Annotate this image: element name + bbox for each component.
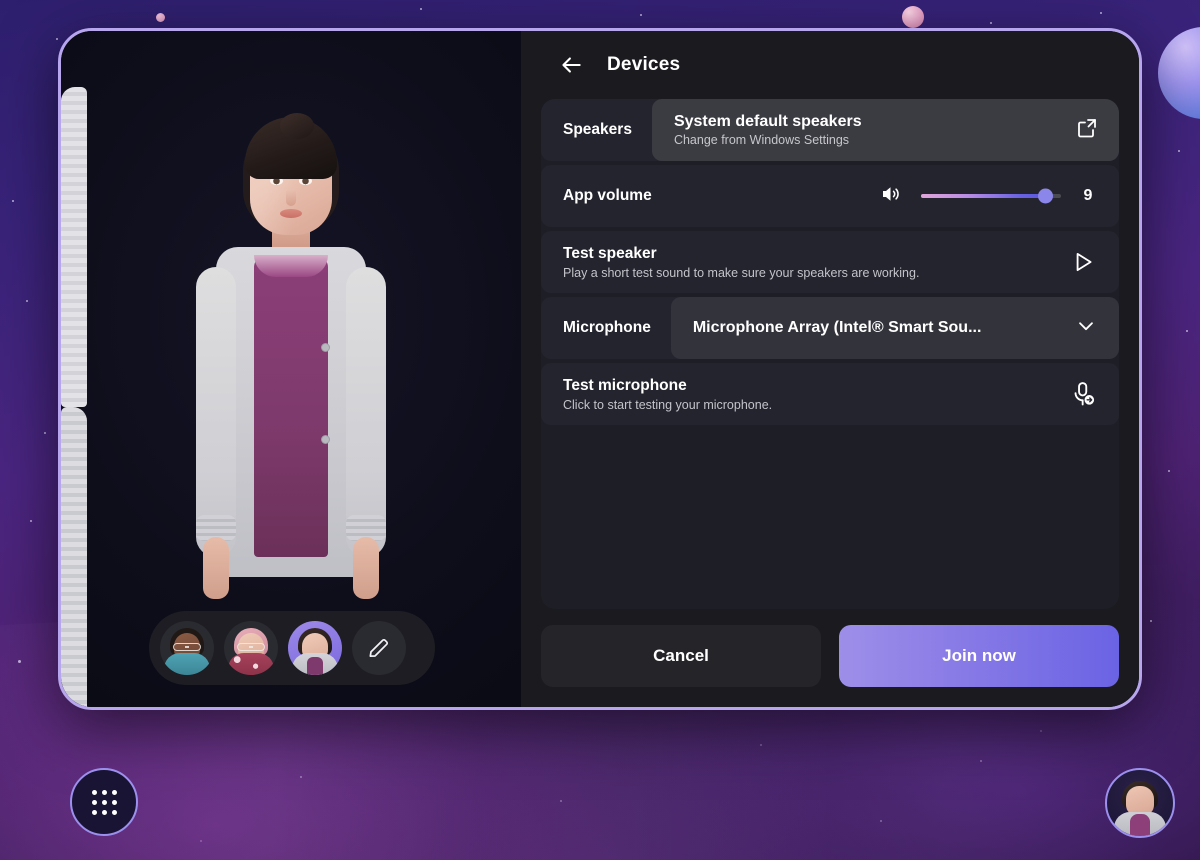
microphone-label: Microphone xyxy=(563,319,651,336)
slider-thumb[interactable] xyxy=(1038,188,1054,204)
avatar-3d-model xyxy=(61,87,521,707)
profile-avatar-button[interactable] xyxy=(1105,768,1175,838)
row-test-speaker[interactable]: Test speaker Play a short test sound to … xyxy=(541,231,1119,293)
devices-settings-pane: Devices Speakers System default speakers… xyxy=(521,31,1139,707)
chevron-down-icon xyxy=(1075,315,1097,342)
avatar-option-1[interactable] xyxy=(160,621,214,675)
slider-fill xyxy=(921,194,1046,198)
app-volume-slider[interactable] xyxy=(921,188,1061,204)
pink-planet-icon xyxy=(902,6,924,28)
app-volume-label: App volume xyxy=(563,187,652,204)
settings-header: Devices xyxy=(521,31,1139,99)
page-title: Devices xyxy=(607,54,681,75)
row-speakers[interactable]: Speakers System default speakers Change … xyxy=(541,99,1119,161)
test-speaker-label: Test speaker xyxy=(563,244,657,262)
play-test-sound-button[interactable] xyxy=(1061,240,1105,284)
microphone-value: Microphone Array (Intel® Smart Sou... xyxy=(692,319,982,336)
apps-grid-icon xyxy=(91,789,117,815)
test-microphone-button[interactable] xyxy=(1061,372,1105,416)
app-volume-value: 9 xyxy=(1083,187,1093,204)
cancel-button[interactable]: Cancel xyxy=(541,625,821,687)
microphone-test-icon xyxy=(1074,382,1095,406)
pencil-icon xyxy=(369,638,389,657)
speaker-volume-icon xyxy=(879,182,903,211)
speakers-value-sub: Change from Windows Settings xyxy=(673,133,850,147)
row-app-volume[interactable]: App volume 9 xyxy=(541,165,1119,227)
avatar-chooser[interactable] xyxy=(149,611,435,685)
join-now-button[interactable]: Join now xyxy=(839,625,1119,687)
test-microphone-sub: Click to start testing your microphone. xyxy=(563,397,773,412)
back-arrow-icon xyxy=(562,57,581,73)
small-planet-icon xyxy=(156,13,165,22)
avatar-option-2[interactable] xyxy=(224,621,278,675)
settings-rows-container: Speakers System default speakers Change … xyxy=(541,99,1119,609)
microphone-select[interactable]: Microphone Array (Intel® Smart Sou... xyxy=(670,297,1119,359)
volume-controls: 9 xyxy=(879,182,1119,211)
test-microphone-label: Test microphone xyxy=(563,376,687,394)
desktop-background: Devices Speakers System default speakers… xyxy=(0,0,1200,860)
row-test-microphone[interactable]: Test microphone Click to start testing y… xyxy=(541,363,1119,425)
apps-grid-button[interactable] xyxy=(70,768,138,836)
external-link-icon xyxy=(1075,116,1099,145)
avatar-option-3[interactable] xyxy=(288,621,342,675)
join-dialog: Devices Speakers System default speakers… xyxy=(58,28,1142,710)
back-button[interactable] xyxy=(557,51,585,79)
speakers-value: System default speakers xyxy=(673,113,862,130)
large-planet-icon xyxy=(1158,27,1200,119)
edit-avatar-button[interactable] xyxy=(352,621,406,675)
play-icon xyxy=(1076,252,1092,272)
speakers-value-button[interactable]: System default speakers Change from Wind… xyxy=(651,99,1119,161)
avatar-preview-pane xyxy=(61,31,521,707)
speakers-label: Speakers xyxy=(563,121,632,138)
settings-empty-space xyxy=(541,429,1119,609)
test-speaker-sub: Play a short test sound to make sure you… xyxy=(563,265,920,280)
row-microphone[interactable]: Microphone Microphone Array (Intel® Smar… xyxy=(541,297,1119,359)
dialog-footer: Cancel Join now xyxy=(541,625,1119,687)
